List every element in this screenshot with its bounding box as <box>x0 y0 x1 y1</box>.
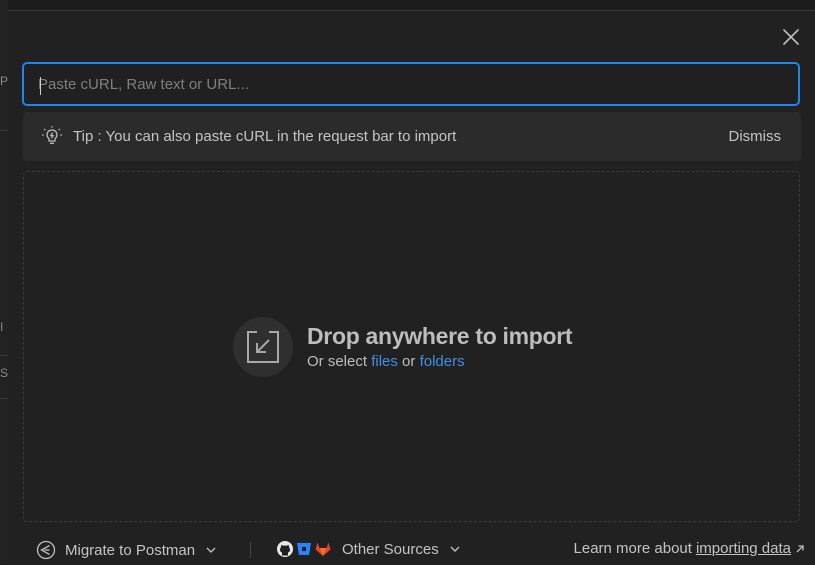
other-sources-dropdown[interactable]: Other Sources <box>276 540 461 558</box>
background-app: P I S <box>0 0 8 564</box>
importing-data-link[interactable]: importing data <box>696 540 791 557</box>
other-sources-label: Other Sources <box>342 540 439 558</box>
drop-title: Drop anywhere to import <box>307 323 573 349</box>
migrate-label: Migrate to Postman <box>65 541 196 559</box>
footer-divider <box>250 542 251 558</box>
background-text-fragment: P <box>0 74 9 88</box>
drop-subtitle-or: or <box>402 353 416 370</box>
close-icon <box>783 29 799 45</box>
chevron-down-icon <box>205 544 217 556</box>
dismiss-button[interactable]: Dismiss <box>729 128 782 145</box>
migrate-icon <box>36 540 56 560</box>
import-modal: Tip : You can also paste cURL in the req… <box>8 10 815 565</box>
migrate-to-postman-dropdown[interactable]: Migrate to Postman <box>36 540 217 560</box>
background-text-fragment: I <box>0 320 4 334</box>
text-caret <box>40 77 41 95</box>
tip-banner: Tip : You can also paste cURL in the req… <box>23 112 801 161</box>
files-link[interactable]: files <box>371 353 398 370</box>
background-text-fragment: S <box>0 366 9 380</box>
drop-subtitle-prefix: Or select <box>307 353 368 370</box>
background-divider <box>0 130 8 131</box>
source-logos <box>276 540 332 558</box>
drop-zone[interactable]: Drop anywhere to import Or select files … <box>23 171 800 522</box>
url-input-container <box>22 62 800 106</box>
close-button[interactable] <box>781 27 801 47</box>
drop-subtitle: Or select files or folders <box>307 353 465 370</box>
learn-more-prefix: Learn more about <box>573 540 692 557</box>
github-icon <box>277 541 293 557</box>
background-divider <box>0 355 8 356</box>
chevron-down-icon <box>449 543 461 555</box>
import-icon <box>247 331 279 363</box>
gitlab-icon <box>315 542 331 556</box>
bitbucket-icon <box>297 543 311 555</box>
url-input[interactable] <box>24 64 798 104</box>
lightbulb-icon <box>42 126 62 144</box>
folders-link[interactable]: folders <box>420 353 465 370</box>
import-icon-circle <box>233 317 293 377</box>
external-link-icon <box>795 544 805 554</box>
tip-text: Tip : You can also paste cURL in the req… <box>73 128 457 145</box>
modal-footer: Migrate to Postman Other Sources Learn m… <box>8 536 815 565</box>
background-divider <box>0 398 8 399</box>
learn-more: Learn more about importing data <box>574 540 805 557</box>
